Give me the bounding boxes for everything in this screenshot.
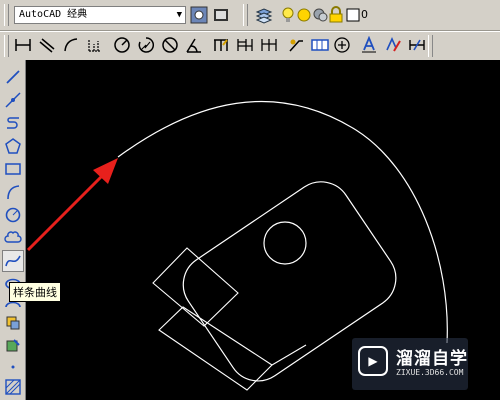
make-block-icon[interactable] — [2, 335, 24, 357]
chevron-down-icon[interactable]: ▼ — [177, 7, 182, 23]
red-arrow — [26, 158, 118, 252]
workspace-select-value: AutoCAD 经典 — [19, 9, 88, 20]
workspace-settings-icon[interactable] — [189, 5, 209, 25]
watermark: ▶ 溜溜自学 ZIXUE.3D66.COM — [352, 338, 468, 390]
rectangle-icon[interactable] — [2, 158, 24, 180]
continue-dimension-icon[interactable] — [259, 35, 279, 55]
current-layer-name[interactable]: 0 — [361, 8, 368, 21]
circle-icon[interactable] — [2, 204, 24, 226]
construction-line-icon[interactable] — [2, 89, 24, 111]
watermark-url: ZIXUE.3D66.COM — [396, 368, 464, 377]
customize-icon[interactable] — [211, 5, 231, 25]
watermark-logo-icon: ▶ — [358, 346, 388, 376]
arc-icon[interactable] — [2, 181, 24, 203]
aligned-dimension-icon[interactable] — [37, 35, 57, 55]
layer-manager-icon[interactable] — [254, 5, 274, 25]
ordinate-dimension-icon[interactable] — [85, 35, 105, 55]
arc-length-icon[interactable] — [61, 35, 81, 55]
angular-dimension-icon[interactable] — [184, 35, 204, 55]
point-icon[interactable] — [2, 356, 24, 378]
dimension-edit-icon[interactable] — [359, 35, 379, 55]
insert-block-icon[interactable] — [2, 312, 24, 334]
toolbar-grip[interactable] — [4, 4, 9, 26]
tolerance-icon[interactable] — [310, 35, 330, 55]
spline-icon[interactable] — [2, 250, 24, 272]
toolbar-grip[interactable] — [243, 4, 248, 26]
draw-toolbar — [0, 60, 26, 400]
quick-leader-icon[interactable] — [286, 35, 306, 55]
toolbar-grip[interactable] — [4, 35, 9, 57]
revision-cloud-icon[interactable] — [2, 227, 24, 249]
quick-dimension-icon[interactable] — [211, 35, 231, 55]
radius-dimension-icon[interactable] — [112, 35, 132, 55]
diameter-dimension-icon[interactable] — [160, 35, 180, 55]
standard-toolbar: AutoCAD 经典 ▼ 0 — [0, 0, 500, 31]
dimension-toolbar: ISO-25 — [0, 31, 500, 85]
dimension-text-edit-icon[interactable] — [383, 35, 403, 55]
linear-dimension-icon[interactable] — [13, 35, 33, 55]
hatch-icon[interactable] — [2, 376, 24, 398]
lower-block-3 — [271, 344, 307, 366]
toolbar-grip[interactable] — [428, 35, 433, 57]
lower-block-2 — [158, 306, 273, 391]
polyline-icon[interactable] — [2, 112, 24, 134]
polygon-icon[interactable] — [2, 135, 24, 157]
jogged-dimension-icon[interactable] — [136, 35, 156, 55]
center-mark-icon[interactable] — [332, 35, 352, 55]
watermark-title: 溜溜自学 — [396, 349, 468, 369]
color-square-icon[interactable] — [343, 5, 363, 25]
line-icon[interactable] — [2, 66, 24, 88]
center-hole-circle — [263, 221, 307, 265]
spline-tooltip: 样条曲线 — [9, 282, 61, 302]
dimension-update-icon[interactable] — [407, 35, 427, 55]
baseline-dimension-icon[interactable] — [235, 35, 255, 55]
workspace-select[interactable]: AutoCAD 经典 ▼ — [14, 6, 186, 24]
